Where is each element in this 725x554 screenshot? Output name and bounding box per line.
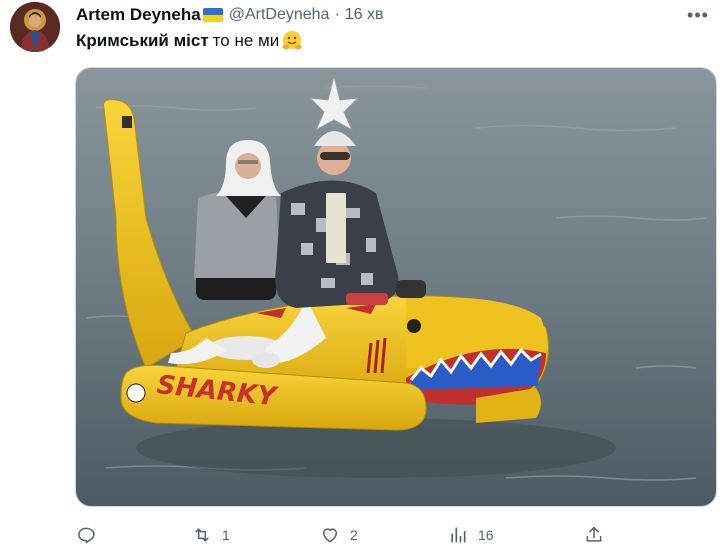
tweet-photo[interactable]: SHARKY — [75, 67, 717, 507]
retweet-icon — [195, 528, 209, 542]
views-icon — [451, 527, 466, 543]
tweet-card[interactable]: Artem Deyneha @ArtDeyneha · 16 хв ••• Кр… — [0, 0, 725, 554]
display-name[interactable]: Artem Deyneha — [76, 5, 201, 25]
heart-icon — [323, 528, 337, 543]
tweet-header: Artem Deyneha @ArtDeyneha · 16 хв ••• — [76, 4, 715, 26]
views-button[interactable]: 16 — [448, 520, 494, 550]
icon-portrait-avatar — [10, 2, 60, 52]
photo-yellow-shark-inflatable-boat: SHARKY — [76, 68, 716, 506]
tweet-actions: 1 2 16 — [76, 520, 616, 550]
share-icon — [586, 526, 602, 542]
tweet-text-bold: Кримський міст — [76, 31, 209, 50]
like-button[interactable]: 2 — [320, 520, 358, 550]
more-options-icon[interactable]: ••• — [685, 2, 711, 28]
retweet-button[interactable]: 1 — [192, 520, 230, 550]
reply-icon — [78, 527, 95, 544]
avatar[interactable] — [10, 2, 60, 52]
tweet-text: Кримський міст то не ми — [76, 30, 303, 52]
ukraine-flag-icon — [202, 8, 223, 22]
views-count: 16 — [478, 527, 494, 543]
share-button[interactable] — [584, 520, 604, 550]
timestamp[interactable]: 16 хв — [345, 6, 384, 24]
like-count: 2 — [350, 527, 358, 543]
retweet-count: 1 — [222, 527, 230, 543]
user-handle[interactable]: @ArtDeyneha — [229, 6, 330, 24]
separator-dot: · — [334, 6, 340, 23]
tweet-text-plain: то не ми — [212, 31, 280, 50]
hugging-face-emoji — [282, 31, 302, 50]
reply-button[interactable] — [76, 520, 106, 550]
